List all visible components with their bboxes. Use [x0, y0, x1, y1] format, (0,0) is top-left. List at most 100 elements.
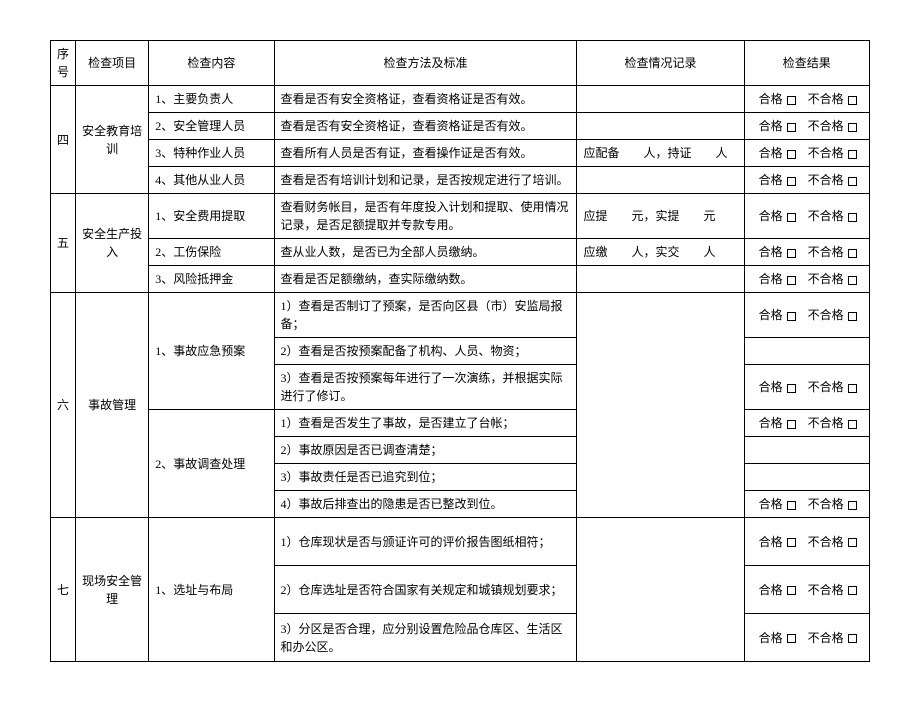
- record-cell: [577, 113, 744, 140]
- record-cell: [577, 266, 744, 293]
- method-cell: 1）查看是否发生了事故，是否建立了台帐；: [274, 410, 577, 437]
- header-result: 检查结果: [744, 41, 869, 86]
- method-cell: 查看是否足额缴纳，查实际缴纳数。: [274, 266, 577, 293]
- result-cell: 合格不合格: [744, 410, 869, 437]
- content-cell: 3、特种作业人员: [149, 140, 274, 167]
- record-cell: [577, 518, 744, 662]
- content-cell: 2、安全管理人员: [149, 113, 274, 140]
- pass-checkbox[interactable]: [787, 249, 796, 258]
- result-cell: 合格不合格: [744, 365, 869, 410]
- result-cell: 合格不合格: [744, 266, 869, 293]
- content-cell: 2、工伤保险: [149, 239, 274, 266]
- table-row: 七 现场安全管理 1、选址与布局 1）仓库现状是否与颁证许可的评价报告图纸相符；…: [51, 518, 870, 566]
- seq-cell: 四: [51, 86, 76, 194]
- header-method: 检查方法及标准: [274, 41, 577, 86]
- item-cell: 现场安全管理: [76, 518, 149, 662]
- table-row: 六 事故管理 1、事故应急预案 1）查看是否制订了预案，是否向区县（市）安监局报…: [51, 293, 870, 338]
- method-cell: 查看所有人员是否有证，查看操作证是否有效。: [274, 140, 577, 167]
- seq-cell: 七: [51, 518, 76, 662]
- method-cell: 1）查看是否制订了预案，是否向区县（市）安监局报备；: [274, 293, 577, 338]
- method-cell: 查看是否有安全资格证，查看资格证是否有效。: [274, 113, 577, 140]
- content-cell: 4、其他从业人员: [149, 167, 274, 194]
- method-cell: 查看财务帐目，是否有年度投入计划和提取、使用情况记录，是否足额提取并专款专用。: [274, 194, 577, 239]
- fail-checkbox[interactable]: [848, 276, 857, 285]
- result-cell: 合格不合格: [744, 167, 869, 194]
- pass-checkbox[interactable]: [787, 276, 796, 285]
- pass-checkbox[interactable]: [787, 420, 796, 429]
- record-cell: [577, 167, 744, 194]
- method-cell: 3）分区是否合理，应分别设置危险品仓库区、生活区和办公区。: [274, 614, 577, 662]
- fail-checkbox[interactable]: [848, 213, 857, 222]
- result-cell: 合格不合格: [744, 140, 869, 167]
- result-cell: [744, 464, 869, 491]
- result-cell: 合格不合格: [744, 113, 869, 140]
- content-cell: 1、选址与布局: [149, 518, 274, 662]
- inspection-table: 序号 检查项目 检查内容 检查方法及标准 检查情况记录 检查结果 四 安全教育培…: [50, 40, 870, 662]
- pass-checkbox[interactable]: [787, 384, 796, 393]
- method-cell: 4）事故后排查出的隐患是否已整改到位。: [274, 491, 577, 518]
- pass-checkbox[interactable]: [787, 312, 796, 321]
- fail-checkbox[interactable]: [848, 312, 857, 321]
- item-cell: 安全教育培训: [76, 86, 149, 194]
- method-cell: 查从业人数，是否已为全部人员缴纳。: [274, 239, 577, 266]
- result-cell: 合格不合格: [744, 491, 869, 518]
- fail-checkbox[interactable]: [848, 586, 857, 595]
- table-row: 3、特种作业人员 查看所有人员是否有证，查看操作证是否有效。 应配备 人，持证 …: [51, 140, 870, 167]
- record-cell: 应缴 人，实交 人: [577, 239, 744, 266]
- item-cell: 事故管理: [76, 293, 149, 518]
- table-row: 3、风险抵押金 查看是否足额缴纳，查实际缴纳数。 合格不合格: [51, 266, 870, 293]
- method-cell: 查看是否有培训计划和记录，是否按规定进行了培训。: [274, 167, 577, 194]
- result-cell: 合格不合格: [744, 566, 869, 614]
- result-cell: 合格不合格: [744, 239, 869, 266]
- table-row: 2、工伤保险 查从业人数，是否已为全部人员缴纳。 应缴 人，实交 人 合格不合格: [51, 239, 870, 266]
- pass-checkbox[interactable]: [787, 213, 796, 222]
- result-cell: [744, 437, 869, 464]
- pass-checkbox[interactable]: [787, 96, 796, 105]
- result-cell: 合格不合格: [744, 293, 869, 338]
- fail-checkbox[interactable]: [848, 634, 857, 643]
- result-cell: 合格不合格: [744, 194, 869, 239]
- item-cell: 安全生产投入: [76, 194, 149, 293]
- pass-checkbox[interactable]: [787, 501, 796, 510]
- content-cell: 3、风险抵押金: [149, 266, 274, 293]
- seq-cell: 六: [51, 293, 76, 518]
- content-cell: 1、主要负责人: [149, 86, 274, 113]
- method-cell: 2）查看是否按预案配备了机构、人员、物资；: [274, 338, 577, 365]
- method-cell: 2）仓库选址是否符合国家有关规定和城镇规划要求；: [274, 566, 577, 614]
- fail-checkbox[interactable]: [848, 150, 857, 159]
- result-cell: 合格不合格: [744, 86, 869, 113]
- table-row: 五 安全生产投入 1、安全费用提取 查看财务帐目，是否有年度投入计划和提取、使用…: [51, 194, 870, 239]
- record-cell: 应提 元，实提 元: [577, 194, 744, 239]
- pass-checkbox[interactable]: [787, 634, 796, 643]
- header-seq: 序号: [51, 41, 76, 86]
- fail-checkbox[interactable]: [848, 123, 857, 132]
- content-cell: 1、事故应急预案: [149, 293, 274, 410]
- result-cell: [744, 338, 869, 365]
- fail-checkbox[interactable]: [848, 538, 857, 547]
- header-content: 检查内容: [149, 41, 274, 86]
- fail-checkbox[interactable]: [848, 177, 857, 186]
- fail-checkbox[interactable]: [848, 249, 857, 258]
- pass-checkbox[interactable]: [787, 586, 796, 595]
- method-cell: 1）仓库现状是否与颁证许可的评价报告图纸相符；: [274, 518, 577, 566]
- pass-checkbox[interactable]: [787, 150, 796, 159]
- table-row: 4、其他从业人员 查看是否有培训计划和记录，是否按规定进行了培训。 合格不合格: [51, 167, 870, 194]
- method-cell: 2）事故原因是否已调查清楚；: [274, 437, 577, 464]
- fail-checkbox[interactable]: [848, 420, 857, 429]
- table-row: 2、安全管理人员 查看是否有安全资格证，查看资格证是否有效。 合格不合格: [51, 113, 870, 140]
- header-item: 检查项目: [76, 41, 149, 86]
- fail-checkbox[interactable]: [848, 96, 857, 105]
- method-cell: 3）事故责任是否已追究到位；: [274, 464, 577, 491]
- pass-checkbox[interactable]: [787, 123, 796, 132]
- pass-checkbox[interactable]: [787, 177, 796, 186]
- pass-checkbox[interactable]: [787, 538, 796, 547]
- fail-checkbox[interactable]: [848, 384, 857, 393]
- header-record: 检查情况记录: [577, 41, 744, 86]
- method-cell: 3）查看是否按预案每年进行了一次演练，并根据实际进行了修订。: [274, 365, 577, 410]
- record-cell: 应配备 人，持证 人: [577, 140, 744, 167]
- record-cell: [577, 293, 744, 518]
- record-cell: [577, 86, 744, 113]
- table-row: 2、事故调查处理 1）查看是否发生了事故，是否建立了台帐； 合格不合格: [51, 410, 870, 437]
- fail-checkbox[interactable]: [848, 501, 857, 510]
- table-header-row: 序号 检查项目 检查内容 检查方法及标准 检查情况记录 检查结果: [51, 41, 870, 86]
